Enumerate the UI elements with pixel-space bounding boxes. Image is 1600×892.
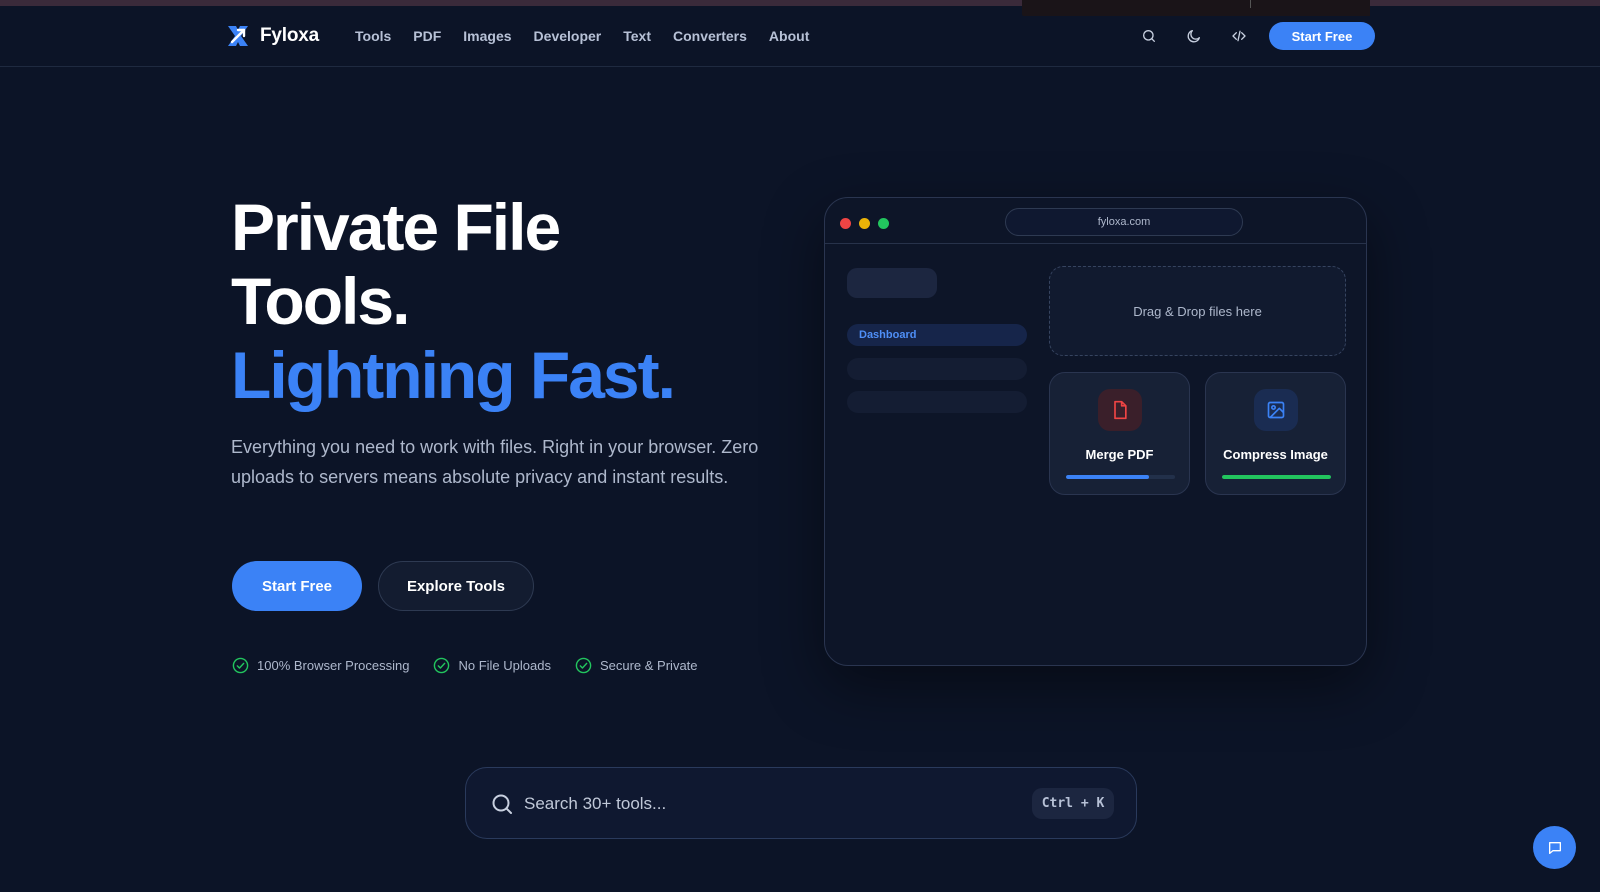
feature-item: Secure & Private [575, 657, 698, 674]
mockup-title-bar: fyloxa.com [825, 198, 1366, 244]
moon-icon[interactable] [1183, 25, 1205, 47]
mockup-sidebar-logo-placeholder [847, 268, 937, 298]
nav-item-tools[interactable]: Tools [355, 28, 391, 44]
window-minimize-dot [859, 218, 870, 229]
feature-item: No File Uploads [433, 657, 551, 674]
header-start-free-button[interactable]: Start Free [1269, 22, 1375, 50]
code-icon[interactable] [1228, 25, 1250, 47]
card-label: Merge PDF [1085, 447, 1154, 462]
mockup-card-compress-image: Compress Image [1205, 372, 1346, 495]
hero-title-line-1: Private File [231, 190, 561, 264]
brand-name: Fyloxa [260, 25, 319, 46]
nav-item-images[interactable]: Images [463, 28, 511, 44]
app-mockup-window: fyloxa.com Dashboard Drag & Drop files h… [824, 197, 1367, 666]
mockup-sidebar-item-placeholder [847, 391, 1027, 413]
site-header: Fyloxa Tools PDF Images Developer Text C… [0, 6, 1600, 67]
nav-item-pdf[interactable]: PDF [413, 28, 441, 44]
logo-icon [228, 26, 248, 46]
explore-tools-button[interactable]: Explore Tools [378, 561, 534, 611]
feature-label: 100% Browser Processing [257, 658, 410, 673]
tool-search-input[interactable] [524, 788, 1004, 820]
feature-label: Secure & Private [599, 658, 698, 673]
search-icon[interactable] [1138, 25, 1160, 47]
check-circle-icon [232, 657, 249, 674]
hero-description: Everything you need to work with files. … [231, 437, 759, 487]
brand-logo[interactable]: Fyloxa [226, 24, 319, 48]
mockup-sidebar-item-placeholder [847, 358, 1027, 380]
check-circle-icon [434, 657, 450, 674]
hero-title-line-2: Tools. [231, 264, 410, 338]
check-circle-icon [575, 657, 592, 674]
tool-search-box[interactable]: Ctrl + K [465, 767, 1137, 839]
keyboard-shortcut-badge: Ctrl + K [1032, 788, 1114, 819]
card-label: Compress Image [1223, 447, 1328, 462]
hero-title: Private File Tools. Lightning Fast. [231, 190, 676, 412]
nav-item-text[interactable]: Text [623, 28, 651, 44]
mockup-sidebar-item-dashboard: Dashboard [847, 324, 1027, 346]
hero-title-accent: Lightning Fast. [231, 338, 676, 412]
main-nav: Tools PDF Images Developer Text Converte… [355, 28, 831, 44]
card-progress-bar [1222, 475, 1331, 479]
card-progress-bar [1066, 475, 1175, 479]
start-free-button[interactable]: Start Free [232, 561, 362, 611]
chat-button[interactable] [1533, 826, 1576, 869]
nav-item-about[interactable]: About [769, 28, 809, 44]
mockup-dropzone: Drag & Drop files here [1049, 266, 1346, 356]
window-maximize-dot [878, 218, 889, 229]
card-progress-fill [1066, 475, 1149, 479]
card-progress-fill [1222, 475, 1331, 479]
window-close-dot [840, 218, 851, 229]
feature-item: 100% Browser Processing [232, 657, 409, 674]
nav-item-developer[interactable]: Developer [534, 28, 602, 44]
chat-icon [1548, 841, 1561, 854]
mockup-card-merge-pdf: Merge PDF [1049, 372, 1190, 495]
nav-item-converters[interactable]: Converters [673, 28, 747, 44]
feature-list: 100% Browser Processing No File Uploads … [232, 657, 698, 674]
mockup-url-bar: fyloxa.com [1005, 208, 1243, 236]
search-icon [492, 794, 512, 814]
feature-label: No File Uploads [458, 658, 551, 673]
file-icon [1098, 389, 1142, 431]
image-icon [1254, 389, 1298, 431]
